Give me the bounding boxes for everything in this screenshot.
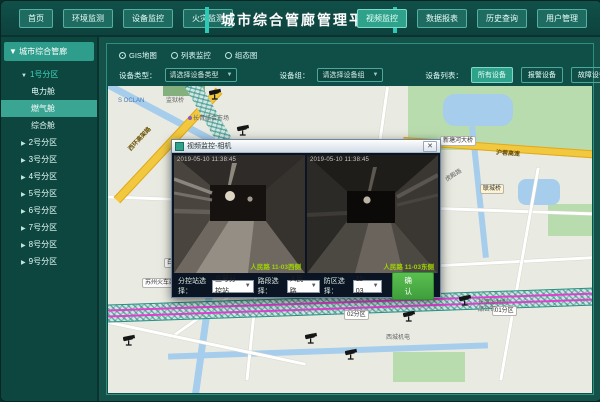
tree-item-zone7[interactable]: ▶7号分区 bbox=[1, 219, 97, 236]
tree-item-zone5[interactable]: ▶5号分区 bbox=[1, 185, 97, 202]
all-devices-button[interactable]: 所有设备 bbox=[471, 67, 513, 83]
road-select[interactable]: 人民路▼ bbox=[287, 280, 320, 293]
road-select-label: 路段选择： bbox=[258, 276, 283, 296]
nav-equipment-button[interactable]: 设备监控 bbox=[123, 9, 173, 28]
map-road-label: 虎殿路 bbox=[443, 166, 463, 183]
tree-item-zone2[interactable]: ▶2号分区 bbox=[1, 134, 97, 151]
chevron-right-icon: ▶ bbox=[21, 226, 26, 232]
radio-dot-icon bbox=[171, 52, 178, 59]
chevron-down-icon: ▼ bbox=[372, 72, 378, 78]
station-select[interactable]: 三号分控站▼ bbox=[212, 280, 254, 293]
camera-icon bbox=[175, 142, 184, 151]
map-park bbox=[393, 352, 465, 382]
nav-left: 首页 环境监测 设备监控 火灾监测 bbox=[19, 9, 233, 28]
zone-select[interactable]: 11-03▼ bbox=[353, 280, 382, 293]
chevron-right-icon: ▶ bbox=[21, 141, 26, 147]
map-lake bbox=[443, 94, 513, 126]
map-road-label: 沪蓉高速 bbox=[496, 147, 521, 158]
radio-list-monitor[interactable]: 列表监控 bbox=[171, 50, 211, 61]
device-group-select[interactable]: 请选择设备组▼ bbox=[317, 68, 383, 82]
chevron-down-icon: ▼ bbox=[245, 280, 251, 292]
dialog-controls: 分控站选择： 三号分控站▼ 路段选择： 人民路▼ 防区选择： 11-03▼ 确 … bbox=[172, 275, 440, 297]
tree-item-zone8[interactable]: ▶8号分区 bbox=[1, 236, 97, 253]
cctv-camera-icon[interactable] bbox=[122, 334, 137, 347]
chevron-down-icon: ▼ bbox=[21, 73, 27, 79]
chevron-right-icon: ▶ bbox=[21, 192, 26, 198]
chevron-right-icon: ▶ bbox=[21, 243, 26, 249]
fault-devices-button[interactable]: 故障设备 bbox=[571, 67, 600, 83]
app-window: 首页 环境监测 设备监控 火灾监测 城市综合管廊管理平台 视频监控 数据报表 历… bbox=[0, 0, 600, 402]
map-ocean-label: S OCLAN bbox=[118, 98, 144, 104]
device-list-label: 设备列表： bbox=[425, 70, 463, 81]
chevron-down-icon: ▼ bbox=[311, 280, 317, 292]
tree-item-zone3[interactable]: ▶3号分区 bbox=[1, 151, 97, 168]
map-bridge-label: 联城桥 bbox=[480, 184, 504, 194]
video-monitor-dialog: 视频监控-相机 ✕ bbox=[171, 139, 441, 298]
map-bridge-label: 监狱桥 bbox=[166, 95, 184, 104]
tree-item-power-cabin[interactable]: 电力舱 bbox=[1, 83, 97, 100]
radio-scada-view[interactable]: 组态图 bbox=[225, 50, 258, 61]
sidebar-tree: ▼ 城市综合管廊 ▼1号分区 电力舱 燃气舱 综合舱 ▶2号分区 ▶3号分区 ▶… bbox=[1, 37, 99, 401]
map-poi-label: 长鹰股材制品公司 bbox=[478, 300, 512, 314]
radio-dot-icon bbox=[119, 52, 126, 59]
map-pond bbox=[518, 179, 560, 205]
map-market-label: 长青结合市场 bbox=[188, 113, 229, 122]
station-select-label: 分控站选择： bbox=[178, 276, 208, 296]
tree-item-zone6[interactable]: ▶6号分区 bbox=[1, 202, 97, 219]
cctv-camera-icon[interactable] bbox=[458, 294, 473, 307]
tree-item-zone4[interactable]: ▶4号分区 bbox=[1, 168, 97, 185]
map-bridge-label: 新塘河大桥 bbox=[440, 136, 476, 146]
top-header: 首页 环境监测 设备监控 火灾监测 城市综合管廊管理平台 视频监控 数据报表 历… bbox=[1, 1, 600, 37]
dialog-titlebar[interactable]: 视频监控-相机 ✕ bbox=[172, 140, 440, 153]
tree-item-zone9[interactable]: ▶9号分区 bbox=[1, 253, 97, 270]
video-location-label: 人民路 11-03东侧 bbox=[383, 261, 434, 271]
chevron-right-icon: ▶ bbox=[21, 209, 26, 215]
poi-dot-icon bbox=[188, 116, 192, 120]
device-filter-row: 设备类型： 请选择设备类型▼ 设备组： 请选择设备组▼ 设备列表： 所有设备 报… bbox=[119, 67, 585, 83]
chevron-down-icon: ▼ bbox=[373, 280, 379, 292]
video-location-label: 人民路 11-03西侧 bbox=[250, 261, 301, 271]
chevron-down-icon: ▼ bbox=[227, 72, 233, 78]
nav-environment-button[interactable]: 环境监测 bbox=[63, 9, 113, 28]
device-type-label: 设备类型： bbox=[119, 70, 157, 81]
cctv-camera-icon[interactable] bbox=[208, 88, 223, 101]
chevron-right-icon: ▶ bbox=[21, 158, 26, 164]
cctv-camera-icon[interactable] bbox=[402, 310, 417, 323]
device-group-label: 设备组： bbox=[279, 70, 309, 81]
video-grid: 2019-05-10 11:38:45 人民路 11-03西侧 bbox=[174, 155, 438, 273]
zone-02-label: 02分区 bbox=[344, 310, 369, 320]
cctv-camera-icon[interactable] bbox=[344, 348, 359, 361]
confirm-button[interactable]: 确 认 bbox=[392, 272, 434, 300]
radio-dot-icon bbox=[225, 52, 232, 59]
chevron-right-icon: ▶ bbox=[21, 175, 26, 181]
device-type-select[interactable]: 请选择设备类型▼ bbox=[165, 68, 238, 82]
zone-select-label: 防区选择： bbox=[324, 276, 349, 296]
tree-item-zone1[interactable]: ▼1号分区 bbox=[1, 66, 97, 83]
tree-item-gas-cabin[interactable]: 燃气舱 bbox=[1, 100, 97, 117]
video-timestamp: 2019-05-10 11:38:45 bbox=[310, 157, 369, 163]
nav-right: 视频监控 数据报表 历史查询 用户管理 bbox=[357, 9, 587, 28]
tree-root-gallery[interactable]: ▼ 城市综合管廊 bbox=[4, 42, 94, 61]
video-timestamp: 2019-05-10 11:38:45 bbox=[177, 157, 236, 163]
chevron-right-icon: ▶ bbox=[21, 260, 26, 266]
tree-item-utility-cabin[interactable]: 综合舱 bbox=[1, 117, 97, 134]
view-mode-radios: GIS地图 列表监控 组态图 bbox=[119, 50, 257, 61]
nav-history-button[interactable]: 历史查询 bbox=[477, 9, 527, 28]
nav-home-button[interactable]: 首页 bbox=[19, 9, 53, 28]
video-feed-west[interactable]: 2019-05-10 11:38:45 人民路 11-03西侧 bbox=[174, 155, 305, 273]
map-poi-label: 西城机电 bbox=[386, 332, 410, 341]
alarm-devices-button[interactable]: 报警设备 bbox=[521, 67, 563, 83]
cctv-camera-icon[interactable] bbox=[236, 124, 251, 137]
map-road-label: 西环高架路 bbox=[125, 124, 152, 152]
nav-users-button[interactable]: 用户管理 bbox=[537, 9, 587, 28]
video-feed-east[interactable]: 2019-05-10 11:38:45 人民路 11-03东侧 bbox=[307, 155, 438, 273]
dialog-title: 视频监控-相机 bbox=[187, 141, 423, 151]
map-park bbox=[548, 204, 592, 236]
cctv-camera-icon[interactable] bbox=[304, 332, 319, 345]
nav-video-button[interactable]: 视频监控 bbox=[357, 9, 407, 28]
radio-gis-map[interactable]: GIS地图 bbox=[119, 50, 157, 61]
nav-reports-button[interactable]: 数据报表 bbox=[417, 9, 467, 28]
close-icon[interactable]: ✕ bbox=[423, 141, 437, 152]
